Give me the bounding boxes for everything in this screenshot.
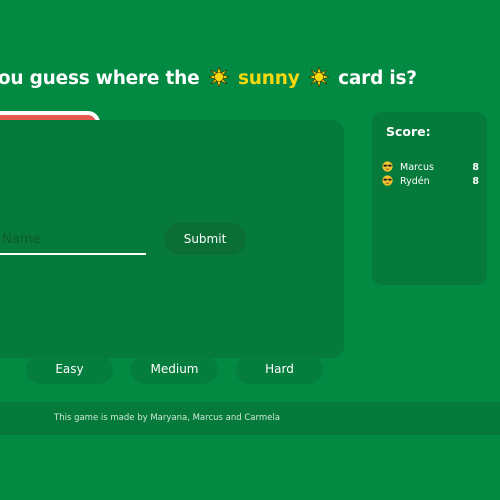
sun-icon (208, 67, 229, 87)
sun-icon (308, 67, 329, 87)
heading-prefix: you guess where the (0, 68, 200, 89)
score-title: Score: (386, 124, 431, 139)
player-points: 8 (472, 162, 479, 173)
heading-highlight: sunny (238, 68, 300, 89)
submit-button[interactable]: Submit (164, 223, 246, 255)
name-input[interactable] (0, 225, 146, 255)
score-row: Marcus 8 (382, 161, 479, 175)
medium-button[interactable]: Medium (131, 355, 218, 384)
score-panel: Score: Marcus 8 Rydén 8 (372, 112, 487, 285)
hard-button[interactable]: Hard (236, 355, 323, 384)
sunglasses-face-icon (382, 175, 393, 186)
player-name: Marcus (400, 162, 434, 173)
game-page: you guess where the sunny card is? Submi… (0, 0, 500, 500)
sunglasses-face-icon (382, 161, 393, 172)
player-name: Rydén (400, 176, 430, 187)
score-row: Rydén 8 (382, 175, 479, 189)
heading-suffix: card is? (338, 68, 417, 89)
page-heading: you guess where the sunny card is? (0, 64, 417, 94)
player-points: 8 (472, 176, 479, 187)
easy-button[interactable]: Easy (26, 355, 113, 384)
footer: This game is made by Maryana, Marcus and… (0, 402, 500, 435)
footer-credits: This game is made by Maryana, Marcus and… (54, 413, 280, 423)
